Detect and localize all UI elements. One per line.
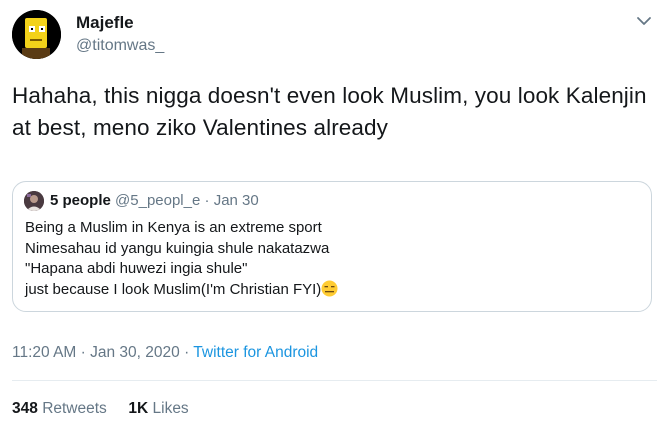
quoted-line-text: just because I look Muslim(I'm Christian… (25, 280, 322, 298)
quoted-line: "Hapana abdi huwezi ingia shule" (25, 260, 248, 277)
quoted-line-last: just because I look Muslim(I'm Christian… (25, 280, 635, 301)
divider (12, 380, 657, 381)
display-name[interactable]: Majefle (76, 13, 134, 33)
chevron-down-icon[interactable] (635, 14, 653, 28)
avatar[interactable] (12, 10, 61, 59)
meta-separator: · (179, 344, 194, 361)
user-handle[interactable]: @titomwas_ (76, 37, 164, 55)
quoted-tweet[interactable]: 5 people @5_peopl_e · Jan 30 Being a Mus… (12, 181, 652, 312)
person-photo-icon (24, 191, 44, 211)
cartoon-character-avatar-icon (12, 10, 61, 59)
tweet-source-link[interactable]: Twitter for Android (193, 344, 318, 361)
quoted-handle: @5_peopl_e (115, 192, 201, 209)
retweets-label: Retweets (42, 400, 107, 417)
likes-stat[interactable]: 1K Likes (128, 400, 188, 417)
tweet-card: Majefle @titomwas_ Hahaha, this nigga do… (0, 0, 669, 421)
tweet-stats: 348 Retweets 1K Likes (12, 400, 189, 418)
quoted-display-name: 5 people (50, 192, 111, 209)
tweet-time[interactable]: 11:20 AM (12, 344, 76, 361)
quoted-text: Being a Muslim in Kenya is an extreme sp… (25, 218, 635, 300)
expressionless-face-emoji-icon (321, 280, 338, 297)
retweets-stat[interactable]: 348 Retweets (12, 400, 107, 417)
quoted-separator: · (200, 192, 214, 209)
tweet-text: Hahaha, this nigga doesn't even look Mus… (12, 83, 647, 140)
quoted-line: Being a Muslim in Kenya is an extreme sp… (25, 219, 322, 236)
retweets-count: 348 (12, 400, 38, 417)
likes-label: Likes (152, 400, 189, 417)
quoted-avatar (24, 191, 44, 211)
likes-count: 1K (128, 400, 149, 417)
meta-separator: · (76, 344, 91, 361)
quoted-date: Jan 30 (213, 192, 259, 209)
tweet-meta: 11:20 AM · Jan 30, 2020 · Twitter for An… (12, 344, 318, 362)
quoted-line: Nimesahau id yangu kuingia shule nakataz… (25, 239, 330, 257)
tweet-date[interactable]: Jan 30, 2020 (90, 344, 180, 361)
quoted-header: 5 people @5_peopl_e · Jan 30 (50, 192, 259, 209)
